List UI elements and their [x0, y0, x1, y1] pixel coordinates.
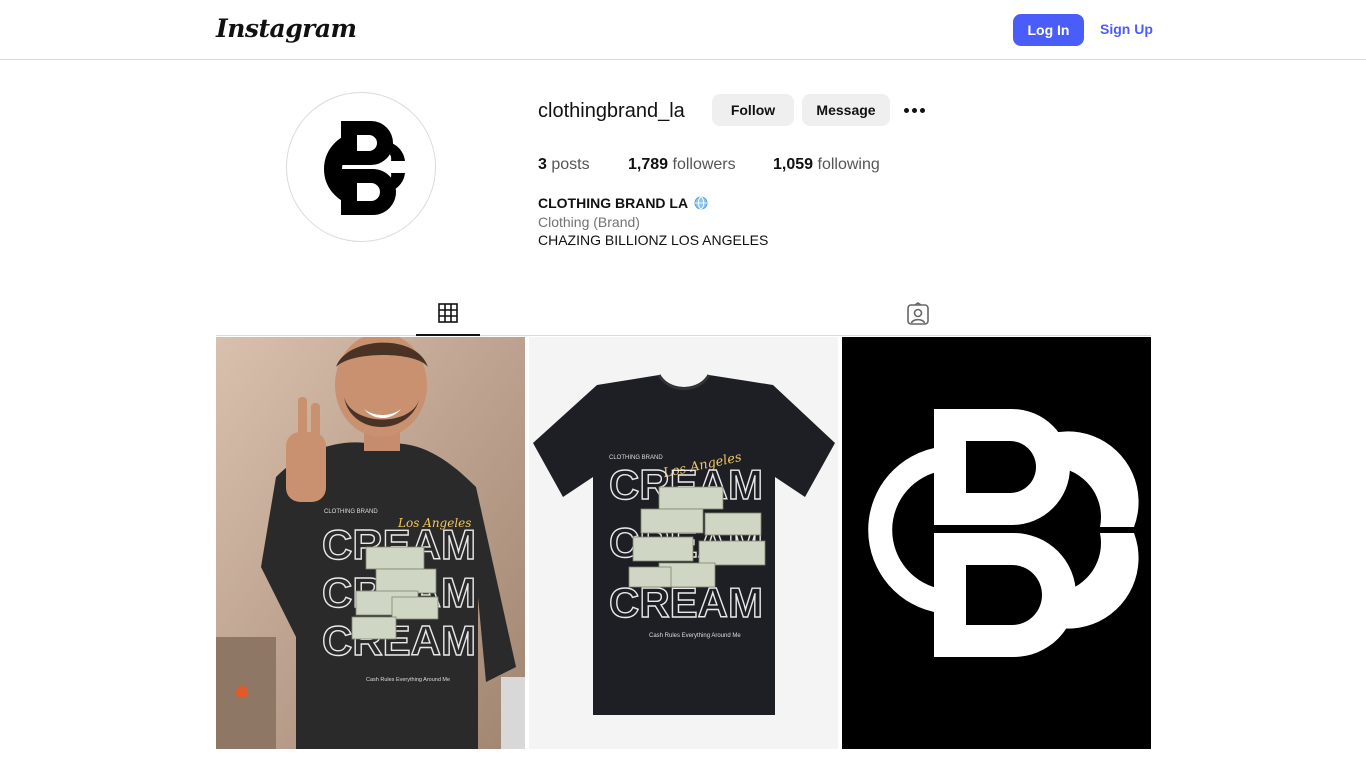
profile-category: Clothing (Brand) [538, 214, 640, 230]
top-navbar: Instagram Log In Sign Up [0, 0, 1366, 60]
following-stat[interactable]: 1,059 following [773, 156, 880, 174]
post-thumbnail-2[interactable]: CLOTHING BRAND Los Angeles CREAM CREAM C… [529, 337, 838, 749]
svg-text:CLOTHING BRAND: CLOTHING BRAND [324, 509, 378, 515]
followers-count: 1,789 [628, 156, 669, 173]
profile-full-name: CLOTHING BRAND LA [538, 195, 708, 211]
profile-avatar[interactable] [286, 92, 436, 242]
following-label: following [817, 156, 880, 173]
tab-tagged[interactable] [886, 302, 950, 336]
profile-bio: CHAZING BILLIONZ LOS ANGELES [538, 232, 769, 248]
post-thumbnail-3[interactable] [842, 337, 1151, 749]
follow-button[interactable]: Follow [712, 94, 794, 126]
globe-icon [694, 196, 708, 210]
login-button[interactable]: Log In [1013, 14, 1084, 46]
svg-text:Cash Rules Everything Around M: Cash Rules Everything Around Me [649, 633, 741, 639]
full-name-text: CLOTHING BRAND LA [538, 195, 689, 211]
post-1-image: CLOTHING BRAND Los Angeles CREAM CREAM C… [216, 337, 525, 749]
tab-posts-grid[interactable] [416, 302, 480, 336]
signup-link[interactable]: Sign Up [1100, 21, 1153, 37]
cb-logo-icon [324, 121, 405, 215]
more-options-icon[interactable] [902, 100, 926, 120]
followers-label: followers [672, 156, 736, 173]
following-count: 1,059 [773, 156, 814, 173]
post-2-image: CLOTHING BRAND Los Angeles CREAM CREAM C… [529, 337, 838, 749]
posts-count: 3 [538, 156, 547, 173]
posts-label: posts [551, 156, 590, 173]
post-thumbnail-1[interactable]: CLOTHING BRAND Los Angeles CREAM CREAM C… [216, 337, 525, 749]
tabs-divider [216, 335, 1151, 336]
posts-stat: 3 posts [538, 156, 590, 174]
message-button[interactable]: Message [802, 94, 890, 126]
instagram-logo[interactable]: Instagram [216, 14, 357, 43]
svg-text:Cash Rules Everything Around M: Cash Rules Everything Around Me [366, 677, 450, 683]
post-3-image [842, 337, 1151, 749]
svg-text:CREAM: CREAM [322, 617, 476, 664]
grid-icon [438, 303, 458, 323]
followers-stat[interactable]: 1,789 followers [628, 156, 736, 174]
tagged-icon [907, 302, 929, 325]
profile-username: clothingbrand_la [538, 100, 685, 122]
